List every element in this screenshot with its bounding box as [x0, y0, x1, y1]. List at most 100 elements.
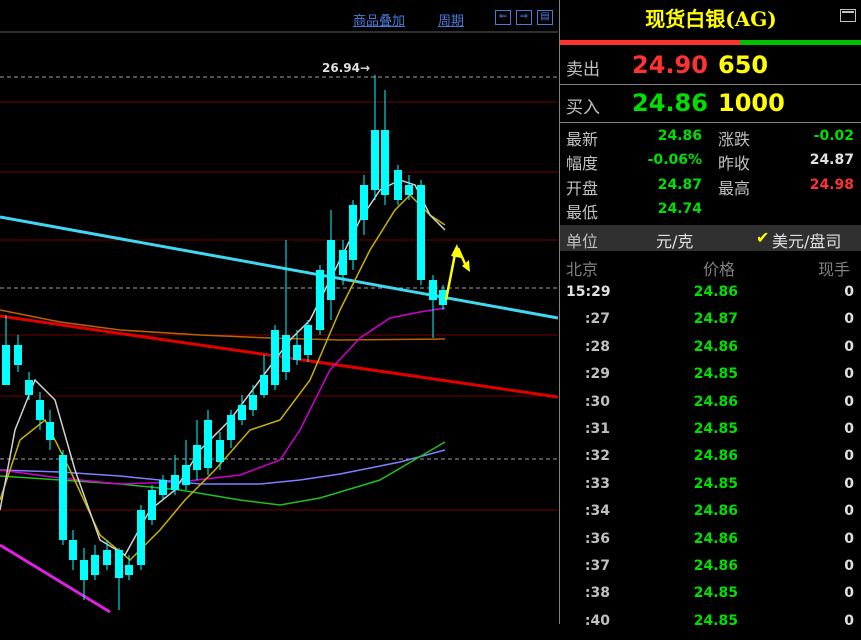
tick-time: 15:29 [566, 284, 611, 300]
candle-body [159, 480, 167, 495]
divider [560, 84, 861, 85]
tick-time: :38 [584, 585, 610, 602]
candle-body [91, 555, 99, 575]
chart-canvas[interactable]: 26.94→ [0, 0, 558, 624]
candle-body [381, 130, 389, 195]
tick-volume: 0 [844, 558, 854, 574]
trend-line-cyan [0, 215, 558, 320]
candle-body [69, 540, 77, 560]
tick-time: :32 [584, 448, 610, 465]
low-label: 最低 [566, 203, 599, 222]
tick-row: :40 24.85 0 [560, 613, 861, 640]
candle-body [249, 395, 257, 410]
tick-volume: 0 [844, 612, 854, 629]
tick-row: :34 24.86 0 [560, 503, 861, 530]
tick-volume: 0 [844, 475, 854, 492]
tick-time: :36 [584, 530, 610, 547]
tick-price: 24.86 [693, 503, 738, 520]
candle-body [25, 380, 33, 395]
candle-body [304, 325, 312, 355]
unit-option-toggle[interactable]: 美元/盘司 [772, 228, 841, 252]
quote-panel: 现货白银(AG) 卖出 24.90 650 买入 24.86 1000 最新 2… [559, 0, 861, 629]
latest-value: 24.86 [657, 128, 702, 144]
divider [560, 122, 861, 123]
candle-body [137, 510, 145, 565]
tick-volume: 0 [844, 311, 854, 328]
tick-volume: 0 [844, 448, 854, 465]
sell-volume: 650 [718, 51, 769, 79]
tick-time: :27 [584, 311, 610, 328]
candle-body [14, 345, 22, 365]
change-value: -0.02 [813, 128, 854, 144]
change-label: 涨跌 [718, 130, 751, 149]
tick-row: 15:29 24.86 0 [560, 284, 861, 311]
tick-row: :29 24.85 0 [560, 366, 861, 393]
candle-body [360, 185, 368, 220]
candle-body [417, 185, 425, 280]
tick-price: 24.85 [693, 421, 738, 437]
candle-body [216, 440, 224, 462]
candlestick-chart[interactable]: 26.94→ 商品叠加 周期 ⇐ ⇒ ▤ [0, 0, 558, 624]
sell-price: 24.90 [632, 51, 708, 79]
candle-body [148, 490, 156, 520]
tick-time: :40 [584, 612, 610, 629]
candle-body [260, 375, 268, 395]
candle-body [327, 240, 335, 300]
candle-body [429, 280, 437, 300]
tick-volume: 0 [844, 585, 854, 602]
nav-left-icon[interactable]: ⇐ [495, 10, 511, 25]
tick-price: 24.86 [693, 393, 738, 410]
tick-time: :28 [584, 338, 610, 355]
buy-strength-bar [740, 40, 861, 45]
maximize-icon[interactable] [840, 9, 856, 22]
tick-row: :30 24.86 0 [560, 394, 861, 421]
overlay-commodity-link[interactable]: 商品叠加 [353, 10, 405, 29]
check-icon: ✔ [756, 228, 770, 247]
tick-header-volume: 现手 [818, 260, 851, 279]
tick-row: :32 24.86 0 [560, 448, 861, 475]
tick-row: :31 24.85 0 [560, 421, 861, 448]
tick-row: :38 24.85 0 [560, 585, 861, 612]
candle-body [103, 550, 111, 565]
tick-time: :29 [584, 366, 610, 383]
candle-body [349, 205, 357, 260]
candle-body [171, 475, 179, 490]
tick-time: :37 [584, 558, 610, 574]
candle-body [339, 250, 347, 275]
period-link[interactable]: 周期 [438, 10, 464, 29]
tick-header-time: 北京 [566, 260, 599, 279]
candle-body [46, 422, 54, 440]
buy-label: 买入 [566, 98, 600, 118]
buy-price: 24.86 [632, 89, 708, 117]
candle-body [182, 465, 190, 485]
candle-body [36, 400, 44, 420]
tick-price: 24.87 [693, 311, 738, 328]
open-value: 24.87 [657, 177, 702, 193]
candle-body [238, 405, 246, 420]
tick-row: :36 24.86 0 [560, 531, 861, 558]
candle-body [80, 560, 88, 580]
tick-row: :27 24.87 0 [560, 311, 861, 338]
candle-body [271, 330, 279, 385]
tick-time: :30 [584, 393, 610, 410]
tick-time: :33 [584, 475, 610, 492]
low-value: 24.74 [657, 201, 702, 217]
candle-body [316, 270, 324, 330]
instrument-title: 现货白银(AG) [645, 7, 777, 31]
tick-volume: 0 [844, 338, 854, 355]
tick-volume: 0 [844, 366, 854, 383]
tick-volume: 0 [844, 530, 854, 547]
candle-body [2, 345, 10, 385]
tick-price: 24.85 [693, 612, 738, 629]
tick-price: 24.85 [693, 366, 738, 383]
nav-right-icon[interactable]: ⇒ [516, 10, 532, 25]
tick-row: :37 24.86 0 [560, 558, 861, 585]
sell-strength-bar [560, 40, 740, 45]
candle-body [227, 415, 235, 440]
tick-time: :34 [584, 503, 610, 520]
layout-icon[interactable]: ▤ [537, 10, 553, 25]
candle-body [193, 445, 201, 470]
tick-volume: 0 [844, 503, 854, 520]
candle-body [394, 170, 402, 200]
tick-row: :28 24.86 0 [560, 339, 861, 366]
